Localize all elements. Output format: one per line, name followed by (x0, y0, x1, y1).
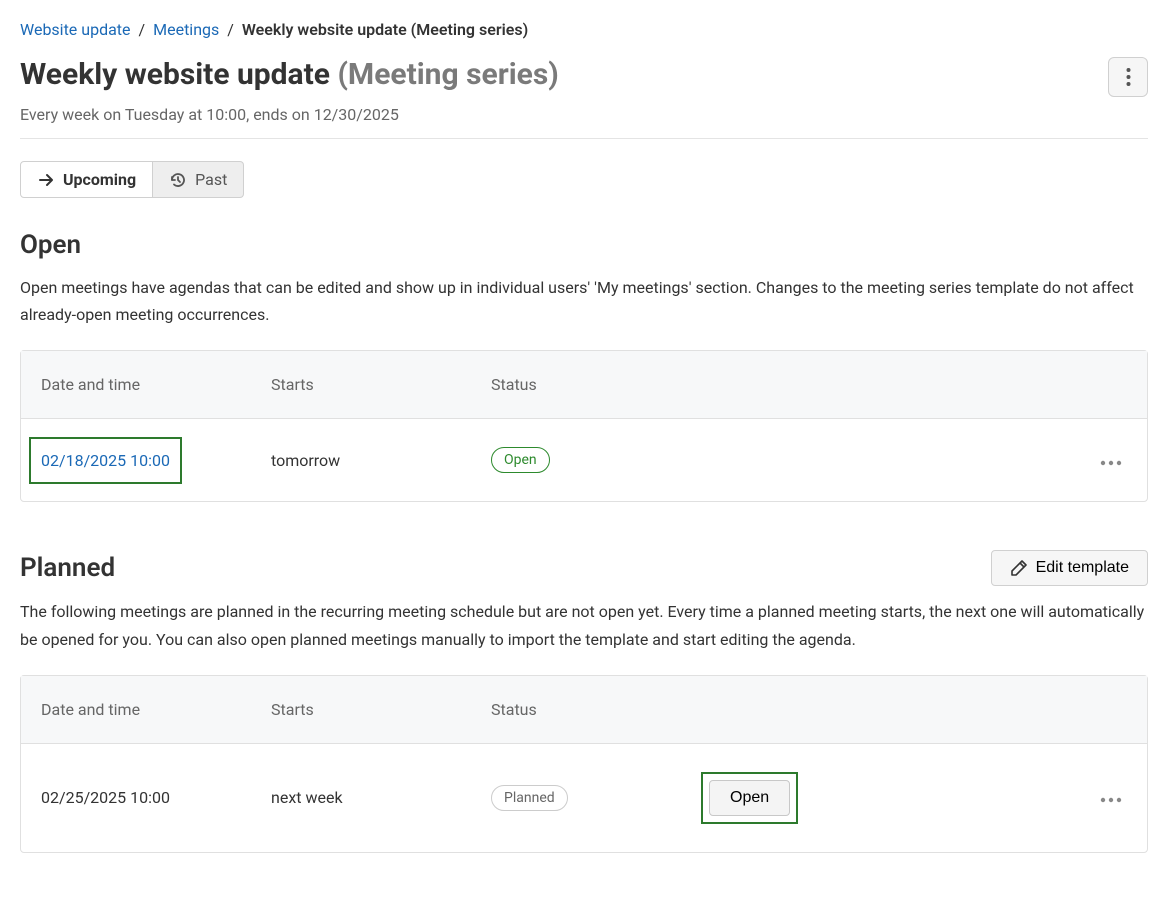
highlight-box: Open (701, 772, 798, 824)
kebab-icon (1126, 67, 1131, 87)
more-horizontal-icon (1099, 797, 1123, 803)
table-row: 02/25/2025 10:00 next week Planned Open (21, 744, 1147, 852)
breadcrumb: Website update / Meetings / Weekly websi… (20, 20, 1148, 39)
meeting-datetime: 02/25/2025 10:00 (21, 744, 251, 852)
edit-template-button[interactable]: Edit template (991, 550, 1148, 586)
highlight-box: 02/18/2025 10:00 (29, 437, 182, 484)
open-meetings-table: Date and time Starts Status 02/18/2025 1… (20, 350, 1148, 502)
page-title-main: Weekly website update (20, 57, 330, 92)
meeting-starts: next week (251, 744, 471, 852)
row-menu-button[interactable] (1095, 456, 1127, 470)
page-title-suffix: (Meeting series) (337, 57, 558, 92)
breadcrumb-separator: / (227, 20, 234, 39)
tab-past-label: Past (195, 170, 227, 189)
arrow-right-icon (37, 171, 55, 189)
more-actions-button[interactable] (1108, 57, 1148, 97)
tab-past[interactable]: Past (153, 161, 244, 198)
breadcrumb-root-link[interactable]: Website update (20, 20, 131, 39)
table-row: 02/18/2025 10:00 tomorrow Open (21, 419, 1147, 501)
meeting-starts: tomorrow (251, 419, 471, 501)
section-open-description: Open meetings have agendas that can be e… (20, 274, 1148, 328)
row-menu-button[interactable] (1095, 793, 1127, 807)
page-title: Weekly website update (Meeting series) (20, 57, 559, 92)
history-icon (169, 171, 187, 189)
open-th-starts: Starts (251, 351, 471, 419)
header-divider (20, 138, 1148, 139)
planned-th-datetime: Date and time (21, 676, 251, 744)
status-badge: Open (491, 447, 550, 473)
planned-th-status: Status (471, 676, 681, 744)
status-badge: Planned (491, 785, 568, 811)
pencil-icon (1010, 559, 1028, 577)
open-th-action (681, 351, 991, 419)
breadcrumb-separator: / (139, 20, 146, 39)
tabs: Upcoming Past (20, 161, 1148, 198)
tab-upcoming[interactable]: Upcoming (20, 161, 153, 198)
planned-th-starts: Starts (251, 676, 471, 744)
open-th-status: Status (471, 351, 681, 419)
planned-th-menu (991, 676, 1147, 744)
schedule-text: Every week on Tuesday at 10:00, ends on … (20, 105, 1148, 124)
section-planned-description: The following meetings are planned in th… (20, 598, 1148, 652)
planned-th-action (681, 676, 991, 744)
more-horizontal-icon (1099, 460, 1123, 466)
open-th-menu (991, 351, 1147, 419)
breadcrumb-meetings-link[interactable]: Meetings (153, 20, 219, 39)
open-meeting-button[interactable]: Open (709, 780, 790, 816)
edit-template-label: Edit template (1036, 559, 1129, 577)
section-open-title: Open (20, 230, 1148, 260)
section-planned-title: Planned (20, 553, 115, 583)
planned-meetings-table: Date and time Starts Status 02/25/2025 1… (20, 675, 1148, 853)
meeting-datetime-link[interactable]: 02/18/2025 10:00 (41, 451, 170, 470)
breadcrumb-current: Weekly website update (Meeting series) (242, 20, 528, 39)
open-th-datetime: Date and time (21, 351, 251, 419)
tab-upcoming-label: Upcoming (63, 170, 136, 189)
